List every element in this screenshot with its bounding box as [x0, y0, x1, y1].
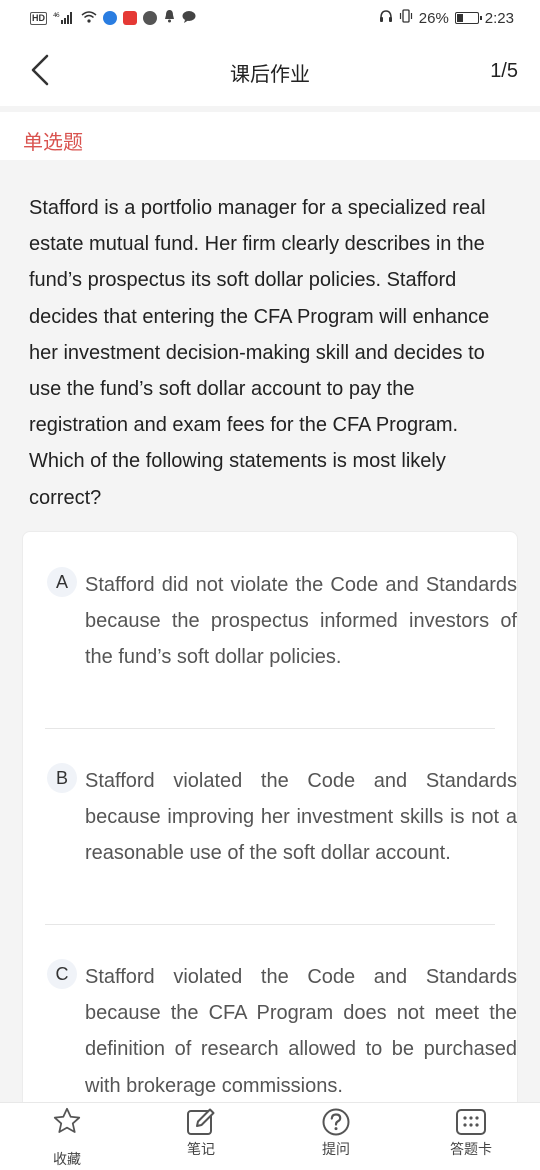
svg-text:46: 46 — [53, 12, 60, 19]
star-icon — [53, 1107, 81, 1133]
battery-icon — [454, 12, 482, 24]
note-edit-icon — [187, 1108, 215, 1135]
wifi-icon — [81, 10, 97, 27]
tab-favorite[interactable]: 收藏 — [27, 1107, 107, 1169]
vibrate-icon — [399, 9, 413, 27]
battery-percent: 26% — [418, 9, 449, 27]
question-type-bar: 单选题 — [0, 112, 540, 160]
tab-notes[interactable]: 笔记 — [161, 1107, 241, 1169]
option-b[interactable]: B Stafford violated the Code and Standar… — [45, 763, 517, 943]
status-bar: HD 46 26% 2:23 — [0, 0, 540, 36]
question-icon — [322, 1108, 350, 1136]
option-letter: A — [47, 567, 77, 597]
option-divider — [45, 728, 495, 729]
question-text: Stafford is a portfolio manager for a sp… — [29, 197, 490, 509]
tab-label: 笔记 — [187, 1141, 215, 1157]
nav-bar: 课后作业 1/5 — [0, 36, 540, 106]
option-text: Stafford did not violate the Code and St… — [85, 574, 517, 669]
headset-icon — [379, 9, 393, 27]
option-letter: B — [47, 763, 77, 793]
hd-badge: HD — [30, 11, 47, 25]
chat-icon — [182, 10, 196, 27]
page-title: 课后作业 — [230, 64, 310, 86]
answer-card-icon — [456, 1109, 486, 1135]
tab-label: 收藏 — [53, 1151, 81, 1167]
app-notification-icon — [143, 11, 157, 25]
question-counter: 1/5 — [490, 60, 518, 82]
tab-label: 提问 — [322, 1141, 350, 1157]
bell-icon — [163, 9, 176, 27]
question-type-label: 单选题 — [23, 132, 83, 154]
status-right: 26% 2:23 — [379, 9, 514, 27]
status-left: HD 46 — [30, 9, 196, 27]
app-notification-icon — [123, 11, 137, 25]
tab-ask-question[interactable]: 提问 — [296, 1107, 376, 1169]
clock-time: 2:23 — [484, 9, 514, 27]
options-card: A Stafford did not violate the Code and … — [22, 531, 518, 1131]
option-text: Stafford violated the Code and Standards… — [85, 770, 517, 865]
signal-icon: 46 — [53, 11, 75, 26]
tab-answer-card[interactable]: 答题卡 — [431, 1107, 511, 1169]
option-letter: C — [47, 959, 77, 989]
option-text: Stafford violated the Code and Standards… — [85, 966, 517, 1097]
option-divider — [45, 924, 495, 925]
tab-label: 答题卡 — [450, 1141, 492, 1157]
bottom-tab-bar: 收藏 笔记 提问 答题卡 — [0, 1102, 540, 1170]
option-a[interactable]: A Stafford did not violate the Code and … — [45, 567, 517, 747]
app-notification-icon — [103, 11, 117, 25]
